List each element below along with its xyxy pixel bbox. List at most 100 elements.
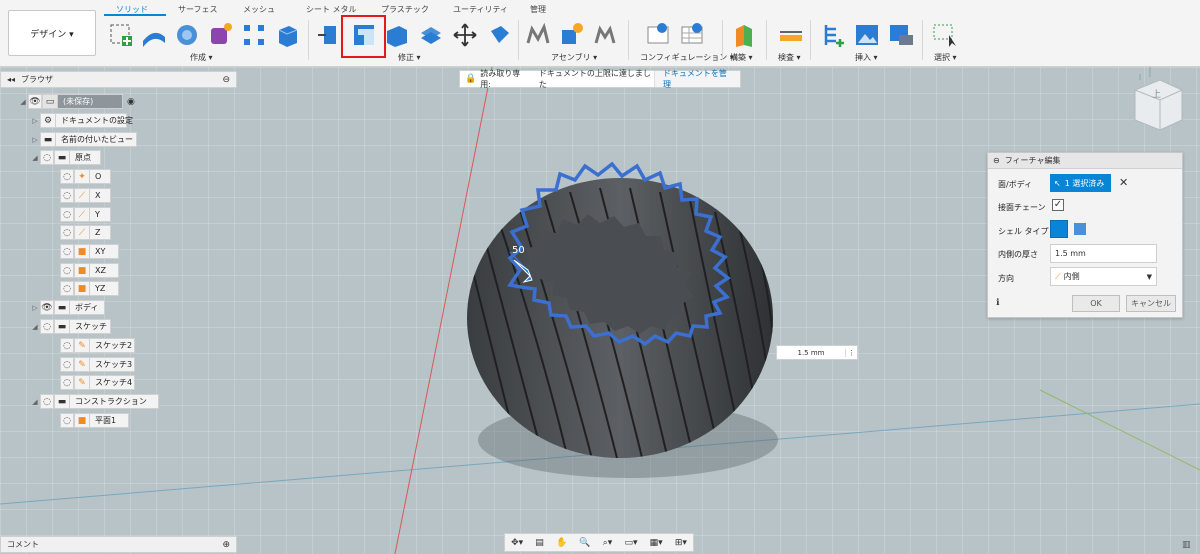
- move-icon[interactable]: [451, 21, 479, 49]
- browser-header[interactable]: ◂◂ ブラウザ ⊖: [0, 71, 237, 88]
- eye-icon[interactable]: ◌: [60, 244, 74, 259]
- eye-icon[interactable]: ◌: [60, 169, 74, 184]
- eye-icon[interactable]: ◌: [40, 394, 54, 409]
- collapse-icon[interactable]: ⊖: [993, 156, 1000, 165]
- shell-inside-icon[interactable]: [1050, 220, 1068, 238]
- eye-icon[interactable]: ◌: [40, 319, 54, 334]
- panel-collapse-icon[interactable]: ⊕: [222, 540, 230, 550]
- footer-icon[interactable]: ▥: [1182, 540, 1191, 550]
- eye-icon[interactable]: ◌: [40, 150, 54, 165]
- expand-icon[interactable]: ▷: [30, 304, 40, 312]
- tree-item-sketch4[interactable]: ◌ ✎ スケッチ4: [60, 375, 135, 390]
- fillet-icon[interactable]: [383, 21, 411, 49]
- expand-icon[interactable]: ◢: [30, 398, 40, 406]
- press-pull-icon[interactable]: [315, 21, 343, 49]
- thickness-value-field[interactable]: 1.5 mm ⋮: [776, 345, 858, 360]
- configure-rule-icon[interactable]: [678, 21, 706, 49]
- thickness-field-value[interactable]: 1.5 mm: [777, 349, 845, 357]
- dialog-title-bar[interactable]: ⊖ フィーチャ編集: [988, 153, 1182, 169]
- tree-item-z-axis[interactable]: ◌ ⟋ Z: [60, 225, 111, 240]
- zoom-icon[interactable]: 🔍: [579, 538, 590, 548]
- eye-icon[interactable]: ◌: [60, 413, 74, 428]
- orbit-icon[interactable]: ✥▾: [511, 538, 523, 548]
- select-window-icon[interactable]: [931, 21, 959, 49]
- expand-icon[interactable]: ◢: [18, 98, 28, 106]
- align-icon[interactable]: [485, 21, 513, 49]
- eye-icon[interactable]: ◌: [60, 188, 74, 203]
- pan-icon[interactable]: ✋: [556, 538, 567, 548]
- ok-button[interactable]: OK: [1072, 295, 1120, 312]
- workspace-button[interactable]: デザイン ▾: [8, 10, 96, 56]
- tab-utility[interactable]: ユーティリティ: [453, 4, 508, 15]
- look-at-icon[interactable]: ▤: [535, 538, 544, 548]
- cancel-button[interactable]: キャンセル: [1126, 295, 1176, 312]
- measure-icon[interactable]: [777, 21, 805, 49]
- tree-item-sketch3[interactable]: ◌ ✎ スケッチ3: [60, 357, 135, 372]
- tree-item-plane1[interactable]: ◌ ■ 平面1: [60, 413, 129, 428]
- eye-icon[interactable]: ◌: [60, 338, 74, 353]
- tree-item-sketch2[interactable]: ◌ ✎ スケッチ2: [60, 338, 135, 353]
- tree-item-bodies[interactable]: ▷ 👁 ▬ ボディ: [30, 300, 105, 315]
- tree-item-x-axis[interactable]: ◌ ⟋ X: [60, 188, 111, 203]
- insert-decal-icon[interactable]: [887, 21, 915, 49]
- shell-outside-icon[interactable]: [1074, 223, 1086, 235]
- offset-plane-icon[interactable]: [730, 21, 758, 49]
- more-options-icon[interactable]: ⋮: [845, 348, 857, 357]
- inspect-group-label[interactable]: 検査 ▾: [778, 52, 801, 63]
- tree-item-origin[interactable]: ◢ ◌ ▬ 原点: [30, 150, 101, 165]
- direction-select[interactable]: ⟋ 内側 ▼: [1050, 267, 1157, 286]
- pattern-icon[interactable]: [240, 21, 268, 49]
- comments-panel[interactable]: コメント ⊕: [0, 536, 237, 553]
- expand-icon[interactable]: ◢: [30, 154, 40, 162]
- tab-mesh[interactable]: メッシュ: [243, 4, 275, 15]
- expand-icon[interactable]: ▷: [30, 117, 40, 125]
- eye-icon[interactable]: ◌: [60, 357, 74, 372]
- eye-icon[interactable]: ◌: [60, 225, 74, 240]
- thickness-input[interactable]: 1.5 mm: [1050, 244, 1157, 263]
- tree-item-xy-plane[interactable]: ◌ ■ XY: [60, 244, 119, 259]
- root-label[interactable]: (未保存): [57, 94, 123, 109]
- fit-icon[interactable]: ⌕▾: [603, 538, 613, 548]
- grid-icon[interactable]: ▦▾: [650, 538, 663, 548]
- create-sketch-icon[interactable]: [107, 21, 135, 49]
- tree-root[interactable]: ◢ 👁 ▭ (未保存) ◉: [18, 94, 135, 109]
- select-group-label[interactable]: 選択 ▾: [934, 52, 957, 63]
- box-icon[interactable]: [273, 21, 301, 49]
- clear-selection-icon[interactable]: ✕: [1119, 176, 1128, 189]
- expand-icon[interactable]: ◢: [30, 323, 40, 331]
- eye-icon[interactable]: ◌: [60, 207, 74, 222]
- modify-group-label[interactable]: 修正 ▾: [398, 52, 421, 63]
- tab-plastic[interactable]: プラスチック: [381, 4, 429, 15]
- tree-item-yz-plane[interactable]: ◌ ■ YZ: [60, 281, 119, 296]
- panel-close-icon[interactable]: ⊖: [222, 75, 230, 85]
- insert-derive-icon[interactable]: [820, 21, 848, 49]
- revolve-icon[interactable]: [173, 21, 201, 49]
- tangent-chain-checkbox[interactable]: ✓: [1052, 199, 1064, 211]
- insert-canvas-icon[interactable]: [853, 21, 881, 49]
- viewports-icon[interactable]: ⊞▾: [675, 538, 687, 548]
- eye-icon[interactable]: 👁: [28, 94, 42, 109]
- eye-icon[interactable]: ◌: [60, 281, 74, 296]
- tree-item-origin-point[interactable]: ◌ ✦ O: [60, 169, 111, 184]
- form-icon[interactable]: [206, 21, 234, 49]
- tab-sheet-metal[interactable]: シート メタル: [306, 4, 357, 15]
- radio-icon[interactable]: ◉: [127, 97, 135, 107]
- manage-documents-button[interactable]: ドキュメントを管理: [653, 69, 740, 89]
- tree-item-sketches[interactable]: ◢ ◌ ▬ スケッチ: [30, 319, 111, 334]
- configure-group-label[interactable]: コンフィギュレーション ▾: [640, 52, 734, 63]
- new-component-icon[interactable]: [557, 21, 585, 49]
- extrude-icon[interactable]: [140, 21, 168, 49]
- tree-item-named-views[interactable]: ▷ ▬ 名前の付いたビュー: [30, 132, 137, 147]
- construct-group-label[interactable]: 構築 ▾: [730, 52, 753, 63]
- selection-button[interactable]: ↖ 1 選択済み: [1050, 174, 1111, 192]
- tree-item-y-axis[interactable]: ◌ ⟋ Y: [60, 207, 111, 222]
- configure-table-icon[interactable]: [644, 21, 672, 49]
- joint-icon[interactable]: [524, 21, 552, 49]
- as-built-joint-icon[interactable]: [591, 21, 619, 49]
- assemble-group-label[interactable]: アセンブリ ▾: [551, 52, 597, 63]
- combine-icon[interactable]: [417, 21, 445, 49]
- tree-item-doc-settings[interactable]: ▷ ⚙ ドキュメントの設定: [30, 113, 133, 128]
- expand-icon[interactable]: ▷: [30, 136, 40, 144]
- eye-icon[interactable]: ◌: [60, 375, 74, 390]
- info-icon[interactable]: ℹ: [996, 298, 999, 308]
